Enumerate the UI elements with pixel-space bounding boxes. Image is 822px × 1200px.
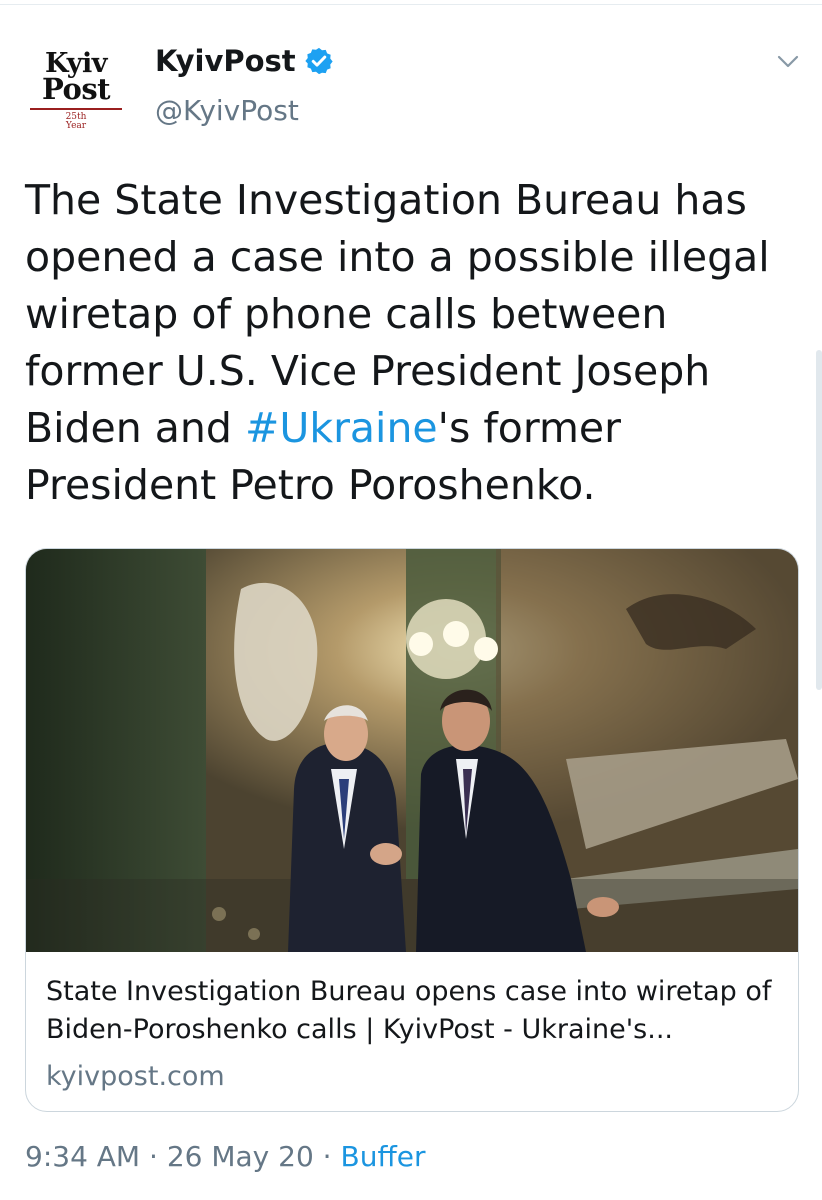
source-link[interactable]: Buffer [340, 1140, 425, 1173]
avatar[interactable]: Kyiv Post 25th Year [22, 40, 130, 148]
scrollbar[interactable] [816, 350, 822, 690]
meta-separator: · [322, 1140, 332, 1173]
tweet-date[interactable]: 26 May 20 [167, 1140, 314, 1173]
card-title[interactable]: State Investigation Bureau opens case in… [46, 973, 781, 1049]
author-handle[interactable]: @KyivPost [155, 94, 299, 127]
meta-separator: · [149, 1140, 158, 1173]
link-card[interactable]: State Investigation Bureau opens case in… [25, 548, 799, 1112]
hashtag-link[interactable]: #Ukraine [245, 404, 438, 452]
display-name[interactable]: KyivPost [155, 44, 296, 78]
tweet-text: The State Investigation Bureau has opene… [25, 172, 815, 514]
tweet-meta: 9:34 AM · 26 May 20 · Buffer [25, 1140, 425, 1173]
verified-badge-icon [305, 47, 333, 75]
avatar-anniversary: 25th Year [65, 112, 87, 131]
avatar-logo-rule [30, 108, 122, 110]
chevron-down-icon[interactable] [776, 52, 800, 72]
top-divider [0, 4, 822, 5]
avatar-logo-line2: Post [41, 72, 111, 106]
author-name-row: KyivPost [155, 44, 334, 78]
tweet-time[interactable]: 9:34 AM [25, 1140, 140, 1173]
card-image[interactable] [26, 549, 798, 952]
card-domain: kyivpost.com [46, 1061, 225, 1092]
